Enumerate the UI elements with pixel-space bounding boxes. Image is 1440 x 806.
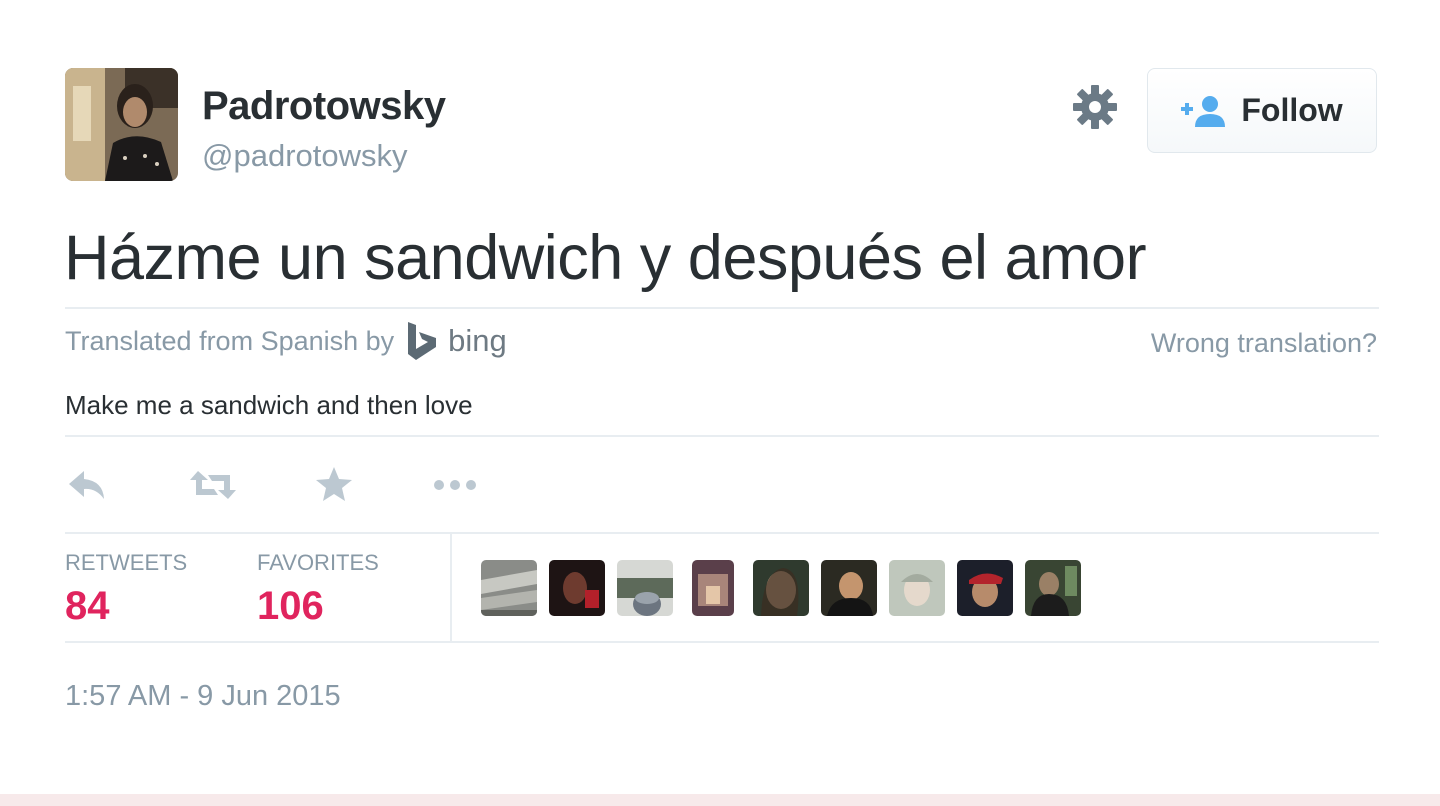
divider bbox=[65, 532, 1379, 534]
divider bbox=[65, 641, 1379, 643]
stats-separator bbox=[450, 534, 452, 642]
display-name[interactable]: Padrotowsky bbox=[202, 84, 446, 129]
favoriter-avatar[interactable] bbox=[481, 560, 537, 616]
favoriter-avatar[interactable] bbox=[821, 560, 877, 616]
reply-icon[interactable] bbox=[66, 465, 110, 505]
favoriter-avatar[interactable] bbox=[692, 560, 734, 616]
tweet-text: Házme un sandwich y después el amor bbox=[64, 223, 1147, 293]
bing-logo-icon bbox=[408, 322, 437, 360]
screen-name[interactable]: @padrotowsky bbox=[202, 138, 408, 174]
add-user-icon bbox=[1181, 95, 1226, 127]
retweets-count[interactable]: 84 bbox=[65, 584, 110, 629]
translated-from-label: Translated from Spanish by bbox=[65, 325, 395, 356]
translation-attribution: Translated from Spanish by bing bbox=[65, 322, 507, 360]
favoriter-avatar[interactable] bbox=[957, 560, 1013, 616]
more-dots-icon[interactable] bbox=[432, 465, 480, 505]
wrong-translation-link[interactable]: Wrong translation? bbox=[1151, 328, 1377, 359]
gear-icon[interactable] bbox=[1071, 83, 1119, 131]
favoriter-avatar[interactable] bbox=[889, 560, 945, 616]
favorite-star-icon[interactable] bbox=[314, 465, 358, 505]
bing-label: bing bbox=[448, 323, 507, 358]
follow-button-label: Follow bbox=[1241, 92, 1343, 128]
follow-button[interactable]: Follow bbox=[1147, 68, 1377, 153]
favoriter-avatar[interactable] bbox=[753, 560, 809, 616]
retweet-icon[interactable] bbox=[188, 465, 238, 505]
favoriter-avatar[interactable] bbox=[617, 560, 673, 616]
favoriter-avatar[interactable] bbox=[549, 560, 605, 616]
page-bottom-band bbox=[0, 794, 1440, 806]
favorites-count[interactable]: 106 bbox=[257, 584, 324, 629]
divider bbox=[65, 435, 1379, 437]
user-avatar[interactable] bbox=[65, 68, 178, 181]
favorites-label[interactable]: FAVORITES bbox=[257, 550, 379, 576]
translation-text: Make me a sandwich and then love bbox=[65, 390, 473, 420]
retweets-label[interactable]: RETWEETS bbox=[65, 550, 187, 576]
favoriter-avatar[interactable] bbox=[1025, 560, 1081, 616]
divider bbox=[65, 307, 1379, 309]
tweet-timestamp[interactable]: 1:57 AM - 9 Jun 2015 bbox=[65, 680, 341, 713]
